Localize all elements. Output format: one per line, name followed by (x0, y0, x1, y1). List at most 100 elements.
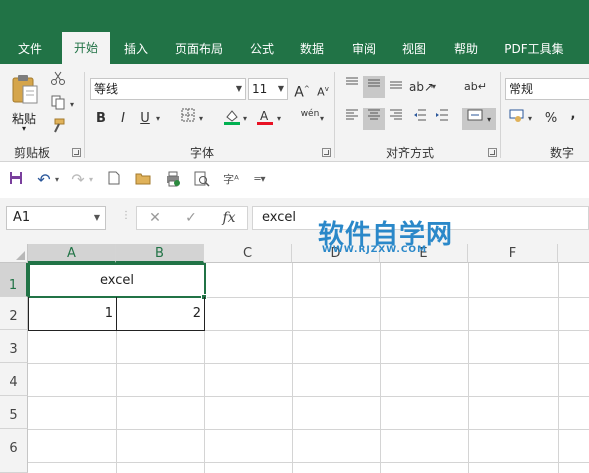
font-color-button[interactable]: A (254, 108, 276, 130)
alignment-dialog-launcher[interactable] (488, 148, 497, 157)
customize-icon: ═▾ (254, 174, 266, 185)
row-header-5[interactable]: 5 (0, 396, 28, 429)
redo-button[interactable]: ↷ (68, 171, 88, 189)
new-file-button[interactable] (104, 171, 124, 189)
borders-button[interactable] (177, 108, 199, 130)
merge-center-button[interactable]: ▾ (462, 108, 496, 130)
select-all-button[interactable] (0, 244, 28, 263)
number-format-value: 常规 (509, 82, 534, 96)
chevron-down-icon: ▾ (487, 115, 492, 124)
tab-review[interactable]: 审阅 (342, 36, 386, 64)
cell-b2[interactable]: 2 (116, 297, 205, 331)
row-header-3[interactable]: 3 (0, 330, 28, 363)
align-right-button[interactable] (385, 108, 407, 130)
middle-align-button[interactable] (363, 76, 385, 98)
format-painter-button[interactable] (47, 118, 69, 140)
tab-data[interactable]: 数据 (290, 36, 334, 64)
tab-view[interactable]: 视图 (392, 36, 436, 64)
percent-style-button[interactable]: % (540, 108, 562, 130)
wrap-text-button[interactable]: ab↵ (464, 76, 487, 98)
row-header-2[interactable]: 2 (0, 297, 28, 330)
number-format-select[interactable]: 常规 (505, 78, 589, 100)
top-align-button[interactable] (341, 76, 363, 98)
undo-button[interactable]: ↶ (34, 171, 54, 189)
redo-icon: ↷ (71, 170, 85, 189)
formula-bar: A1 ▼ ⋮ ✕ ✓ fx excel (0, 198, 589, 244)
font-name-value: 等线 (94, 82, 119, 96)
group-divider (84, 72, 85, 158)
increase-font-size-button[interactable]: A^ (291, 78, 313, 101)
column-header-g[interactable] (558, 244, 589, 263)
paste-dropdown-arrow[interactable]: ▾ (22, 124, 26, 133)
align-bottom-icon (390, 81, 402, 89)
cell-a1-merged[interactable]: excel (28, 263, 206, 298)
align-right-icon (390, 109, 402, 120)
copy-button[interactable] (47, 94, 69, 116)
underline-dropdown-arrow[interactable]: ▾ (156, 108, 160, 130)
font-name-select[interactable]: 等线 ▼ (90, 78, 246, 100)
font-dialog-launcher[interactable] (322, 148, 331, 157)
orientation-dropdown-arrow[interactable]: ▾ (432, 76, 436, 98)
wrap-text-icon: ab↵ (464, 80, 487, 93)
comma-style-button[interactable]: , (562, 104, 584, 126)
font-color-icon: A (257, 109, 273, 125)
fill-color-dropdown-arrow[interactable]: ▾ (243, 108, 247, 130)
phonetic-dropdown-arrow[interactable]: ▾ (320, 108, 324, 130)
name-box[interactable]: A1 ▼ (6, 206, 106, 230)
customize-toolbar-button[interactable]: ═▾ (250, 171, 270, 189)
italic-button[interactable]: I (112, 108, 134, 130)
tab-home[interactable]: 开始 (62, 32, 110, 64)
currency-icon (509, 109, 524, 122)
decrease-indent-button[interactable] (409, 108, 431, 130)
svg-text:A: A (260, 109, 269, 123)
tab-help[interactable]: 帮助 (444, 36, 488, 64)
accounting-format-button[interactable] (506, 108, 528, 130)
font-color-dropdown-arrow[interactable]: ▾ (277, 108, 281, 130)
spelling-button[interactable]: 字ᴬ (221, 171, 241, 189)
tab-formulas[interactable]: 公式 (240, 36, 284, 64)
save-button[interactable] (6, 171, 26, 189)
redo-dropdown-arrow[interactable]: ▾ (86, 171, 96, 189)
tab-page-layout[interactable]: 页面布局 (164, 36, 234, 64)
chevron-down-icon: ▼ (93, 213, 100, 222)
align-center-button[interactable] (363, 108, 385, 130)
row-header-6[interactable]: 6 (0, 429, 28, 473)
align-center-icon (368, 109, 380, 120)
underline-button[interactable]: U (134, 108, 156, 130)
column-header-f[interactable]: F (468, 244, 558, 263)
tab-file[interactable]: 文件 (8, 36, 52, 64)
bold-button[interactable]: B (90, 108, 112, 130)
bottom-align-button[interactable] (385, 76, 407, 98)
orientation-button[interactable]: ab↗ (409, 76, 434, 98)
font-size-select[interactable]: 11 ▼ (248, 78, 288, 100)
column-header-a[interactable]: A (28, 244, 116, 263)
open-file-button[interactable] (133, 171, 153, 189)
row-header-4[interactable]: 4 (0, 363, 28, 396)
print-preview-button[interactable] (163, 171, 183, 189)
fill-color-button[interactable] (221, 108, 243, 130)
group-divider (500, 72, 501, 158)
phonetic-guide-button[interactable]: wén (298, 108, 322, 130)
phonetic-label: wén (300, 109, 320, 119)
cancel-entry-button[interactable]: ✕ (141, 207, 169, 229)
cut-button[interactable] (47, 70, 69, 92)
zoom-preview-button[interactable] (192, 171, 212, 189)
column-header-c[interactable]: C (204, 244, 292, 263)
align-left-button[interactable] (341, 108, 363, 130)
borders-dropdown-arrow[interactable]: ▾ (199, 108, 203, 130)
clipboard-dialog-launcher[interactable] (72, 148, 81, 157)
formula-bar-grip[interactable]: ⋮ (121, 210, 131, 221)
enter-entry-button[interactable]: ✓ (177, 207, 205, 229)
cell-a2[interactable]: 1 (28, 297, 117, 331)
column-header-b[interactable]: B (116, 244, 204, 263)
tab-pdf-tools[interactable]: PDF工具集 (498, 36, 570, 64)
increase-indent-button[interactable] (431, 108, 453, 130)
accounting-dropdown-arrow[interactable]: ▾ (528, 108, 532, 130)
row-header-1[interactable]: 1 (0, 263, 28, 297)
paste-button[interactable]: 粘贴 ▾ (10, 72, 44, 133)
decrease-font-size-button[interactable]: Av (312, 78, 334, 100)
copy-dropdown-arrow[interactable]: ▾ (70, 94, 74, 116)
undo-dropdown-arrow[interactable]: ▾ (52, 171, 62, 189)
tab-insert[interactable]: 插入 (114, 36, 158, 64)
insert-function-button[interactable]: fx (215, 207, 243, 229)
